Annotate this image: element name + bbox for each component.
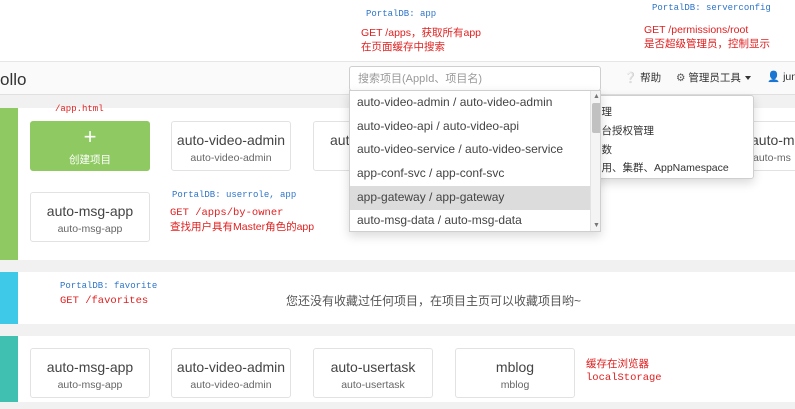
search-input[interactable]	[349, 66, 601, 91]
annotation-portaldb-app: PortalDB: app	[366, 9, 437, 19]
annotation-portaldb-userrole: PortalDB: userrole, app	[172, 190, 297, 200]
favorites-sidebar	[0, 272, 18, 324]
user-label: jun	[783, 71, 795, 83]
my-apps-sidebar	[0, 108, 18, 260]
annotation-browser-cache: 缓存在浏览器	[586, 358, 649, 370]
help-label: 帮助	[640, 72, 662, 84]
recent-apps-sidebar	[0, 336, 18, 402]
search-option[interactable]: app-conf-svc / app-conf-svc	[350, 162, 590, 186]
annotation-find-master: 查找用户具有Master角色的app	[170, 221, 315, 233]
search-dropdown-scrollbar[interactable]: ▲ ▼	[590, 91, 600, 231]
recent-app-card[interactable]: auto-video-admin auto-video-admin	[171, 348, 291, 398]
search-option[interactable]: auto-video-admin / auto-video-admin	[350, 91, 590, 115]
scrollbar-thumb[interactable]	[592, 103, 600, 133]
app-card-id: auto-video-admin	[190, 379, 272, 391]
app-card-name: auto-msg-app	[46, 203, 134, 219]
app-card-name: mblog	[495, 359, 535, 375]
search-option-highlighted[interactable]: app-gateway / app-gateway	[350, 186, 590, 210]
admin-tools-menu: 管理 平台授权管理 参数 应用、集群、AppNamespace	[590, 95, 754, 179]
annotation-cache-search: 在页面缓存中搜索	[361, 41, 445, 53]
recent-app-card[interactable]: auto-msg-app auto-msg-app	[30, 348, 150, 398]
search-option[interactable]: auto-video-service / auto-video-service	[350, 138, 590, 162]
brand-logo[interactable]: ollo	[0, 70, 26, 90]
gear-icon: ⚙	[676, 72, 686, 84]
scroll-down-icon[interactable]: ▼	[592, 221, 600, 230]
caret-down-icon	[744, 76, 751, 81]
annotation-get-apps-by-owner: GET /apps/by-owner	[170, 207, 284, 219]
annotation-super-admin: 是否超级管理员，控制显示	[644, 38, 770, 50]
search-results-dropdown: auto-video-admin / auto-video-admin auto…	[349, 90, 601, 232]
annotation-get-permissions: GET /permissions/root	[644, 24, 749, 36]
annotation-local-storage: localStorage	[586, 372, 662, 384]
question-circle-icon: ❔	[624, 72, 638, 84]
search-option[interactable]: auto-msg-data / auto-msg-data	[350, 209, 590, 231]
recent-app-card[interactable]: auto-usertask auto-usertask	[313, 348, 433, 398]
app-card-id: auto-video-admin	[190, 152, 272, 164]
user-icon: 👤	[767, 71, 781, 83]
app-card-id: auto-usertask	[341, 379, 405, 391]
admin-tools-dropdown[interactable]: ⚙ 管理员工具	[676, 70, 751, 85]
app-card-name: auto-video-admin	[176, 359, 286, 375]
help-link[interactable]: ❔ 帮助	[624, 70, 661, 85]
app-card-id: mblog	[500, 379, 530, 391]
admin-tools-label: 管理员工具	[688, 72, 741, 84]
admin-menu-item[interactable]: 应用、集群、AppNamespace	[591, 160, 729, 175]
create-app-label: 创建项目	[69, 154, 111, 166]
app-card-name: auto-usertask	[330, 359, 416, 375]
favorites-empty-text: 您还没有收藏过任何项目，在项目主页可以收藏项目哟~	[286, 294, 582, 308]
plus-icon: +	[83, 124, 97, 149]
app-card[interactable]: auto-msg-app auto-msg-app	[30, 192, 150, 242]
annotation-get-favorites: GET /favorites	[60, 295, 149, 307]
app-card-name: auto-msg-app	[46, 359, 134, 375]
app-card-id: auto-msg-app	[57, 223, 123, 235]
annotation-get-apps: GET /apps，获取所有app	[361, 27, 482, 39]
app-card-id: auto-msg-app	[57, 379, 123, 391]
user-menu[interactable]: 👤 jun	[767, 70, 795, 83]
annotation-portaldb-favorite: PortalDB: favorite	[60, 281, 158, 291]
scroll-up-icon[interactable]: ▲	[592, 92, 600, 101]
annotation-app-html: /app.html	[55, 104, 104, 114]
create-app-button[interactable]: + 创建项目	[30, 121, 150, 171]
app-card-name: auto-video-admin	[176, 132, 286, 148]
recent-app-card[interactable]: mblog mblog	[455, 348, 575, 398]
annotation-portaldb-serverconfig: PortalDB: serverconfig	[652, 3, 771, 13]
search-option[interactable]: auto-video-api / auto-video-api	[350, 115, 590, 139]
app-card[interactable]: auto-video-admin auto-video-admin	[171, 121, 291, 171]
